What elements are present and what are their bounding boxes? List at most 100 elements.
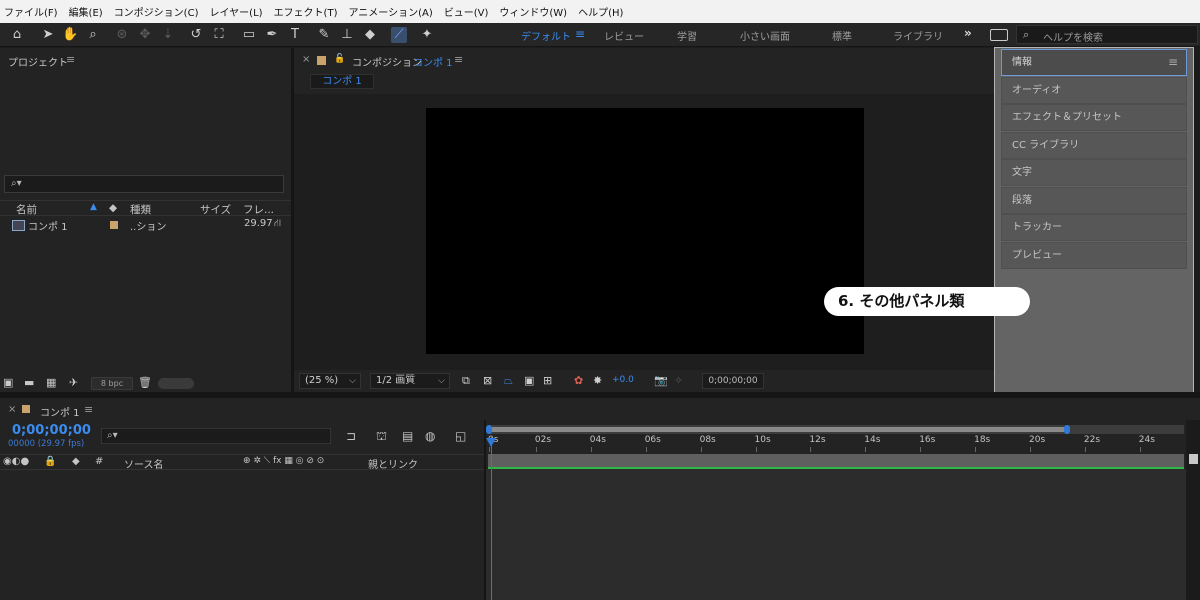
pen-tool-icon[interactable]: ✒	[264, 27, 280, 43]
roto-brush-tool-icon[interactable]: ⟋	[391, 27, 407, 43]
flowchart-icon[interactable]: ⛙	[274, 218, 281, 231]
timeline-tab[interactable]: コンポ 1	[40, 404, 80, 419]
project-panel-title[interactable]: プロジェクト	[8, 54, 68, 69]
anchor-point-tool-icon[interactable]: ⛶	[211, 27, 227, 43]
exposure-value[interactable]: +0.0	[612, 375, 634, 385]
menu-item-8[interactable]: ヘルプ(H)	[578, 4, 623, 19]
panel-tab-2[interactable]: エフェクト＆プリセット	[1001, 104, 1187, 131]
clone-stamp-tool-icon[interactable]: ⊥	[339, 27, 355, 43]
hand-tool-icon[interactable]: ✋	[62, 27, 78, 43]
layer-number-column[interactable]: #	[95, 456, 103, 467]
lock-column-icon[interactable]: 🔒	[44, 456, 56, 467]
sync-settings-icon[interactable]	[990, 29, 1008, 41]
column-name[interactable]: 名前	[16, 202, 37, 217]
time-ruler[interactable]: 0s 02s 04s 06s 08s 10s 12s 14s 16s 18s 20s 22s 24s	[488, 435, 1184, 453]
panel-tab-0[interactable]: 情報 ≡	[1001, 49, 1187, 76]
timeline-current-time[interactable]: 0;00;00;00	[12, 423, 91, 438]
layer-list[interactable]	[0, 470, 484, 600]
close-icon[interactable]: ×	[302, 54, 310, 65]
snapshot-camera-icon[interactable]: 📷	[654, 374, 668, 388]
more-workspaces-button[interactable]: »	[964, 26, 972, 40]
menu-item-4[interactable]: エフェクト(T)	[274, 4, 338, 19]
composition-viewer[interactable]	[294, 94, 994, 370]
delete-icon[interactable]: 🗑	[138, 376, 152, 389]
menu-item-5[interactable]: アニメーション(A)	[348, 4, 432, 19]
new-folder-icon[interactable]: ▬	[24, 376, 34, 389]
region-of-interest-icon[interactable]: ▣	[524, 374, 534, 388]
new-composition-icon[interactable]: ▦	[46, 376, 56, 389]
comp-marker-bin-icon[interactable]	[1189, 454, 1198, 464]
time-navigator[interactable]	[486, 425, 1184, 434]
orbit-camera-icon[interactable]: ⊛	[114, 27, 130, 43]
bit-depth-button[interactable]: 8 bpc	[91, 377, 133, 390]
panel-menu-icon[interactable]: ≡	[1168, 50, 1178, 75]
work-area-bar[interactable]	[488, 454, 1184, 467]
layer-track-area[interactable]	[486, 469, 1186, 600]
panel-menu-icon[interactable]: ≡	[84, 403, 93, 416]
project-item-row[interactable]: コンポ 1 ..ション 29.97 ⛙	[0, 218, 291, 233]
rectangle-tool-icon[interactable]: ▭	[241, 27, 257, 43]
menu-item-0[interactable]: ファイル(F)	[4, 4, 58, 19]
composition-mini-flowchart-icon[interactable]: ⊐	[346, 429, 356, 443]
menu-item-3[interactable]: レイヤー(L)	[209, 4, 262, 19]
panel-tab-3[interactable]: CC ライブラリ	[1001, 131, 1187, 159]
column-source-name[interactable]: ソース名	[124, 456, 164, 471]
puppet-pin-tool-icon[interactable]: ✦	[419, 27, 435, 43]
panel-tab-1[interactable]: オーディオ	[1001, 76, 1187, 104]
time-navigator-start-handle[interactable]	[486, 425, 492, 434]
grid-guides-icon[interactable]: ⊞	[543, 374, 552, 388]
sort-ascending-icon[interactable]: ▲	[90, 202, 97, 212]
home-icon[interactable]: ⌂	[9, 27, 25, 43]
workspace-3[interactable]: 小さい画面	[740, 28, 790, 43]
project-search-input[interactable]: ⌕▾	[4, 175, 284, 193]
menu-item-7[interactable]: ウィンドウ(W)	[499, 4, 567, 19]
color-management-icon[interactable]: ✸	[593, 374, 602, 388]
workspace-5[interactable]: ライブラリ	[893, 28, 943, 43]
resolution-dropdown[interactable]: 1/2 画質 ⌵	[370, 373, 450, 389]
eraser-tool-icon[interactable]: ◆	[362, 27, 378, 43]
column-frame-rate[interactable]: フレ...	[243, 202, 274, 217]
help-search-input[interactable]: ⌕ ヘルプを検索	[1016, 25, 1198, 44]
workspace-1[interactable]: レビュー	[604, 28, 644, 43]
render-queue-icon[interactable]: ✈	[69, 376, 78, 389]
show-snapshot-icon[interactable]: ✧	[674, 374, 683, 388]
graph-editor-icon[interactable]: ◱	[455, 429, 466, 443]
menu-item-1[interactable]: 編集(E)	[69, 4, 103, 19]
workspace-2[interactable]: 学習	[677, 28, 697, 43]
color-channels-icon[interactable]: ✿	[574, 374, 583, 388]
current-time-indicator[interactable]	[491, 436, 492, 600]
fast-preview-icon[interactable]: ⧉	[462, 374, 470, 388]
workspace-4[interactable]: 標準	[832, 28, 852, 43]
layer-switches-icons[interactable]: ⊕ ✲ ⟍ fx ▦ ◎ ⊘ ⊙	[243, 456, 324, 466]
panel-tab-7[interactable]: プレビュー	[1001, 241, 1187, 269]
frame-blending-icon[interactable]: ▤	[402, 429, 413, 443]
composition-name[interactable]: コンポ 1	[413, 54, 453, 69]
close-icon[interactable]: ×	[8, 404, 16, 415]
panel-tab-5[interactable]: 段落	[1001, 186, 1187, 214]
lock-icon[interactable]: 🔓	[334, 54, 345, 64]
dolly-camera-icon[interactable]: ⇣	[160, 27, 176, 43]
magnification-dropdown[interactable]: (25 %) ⌵	[299, 373, 361, 389]
brush-tool-icon[interactable]: ✎	[316, 27, 332, 43]
selection-tool-icon[interactable]: ➤	[40, 27, 56, 43]
workspace-0[interactable]: デフォルト	[521, 28, 571, 43]
composition-canvas[interactable]	[426, 108, 864, 354]
timeline-search-input[interactable]: ⌕▾	[101, 428, 331, 444]
rotate-tool-icon[interactable]: ↺	[188, 27, 204, 43]
label-tag-icon[interactable]: ◆	[72, 456, 80, 467]
thumbnail-size-slider[interactable]	[158, 378, 194, 389]
menu-item-6[interactable]: ビュー(V)	[444, 4, 489, 19]
column-size[interactable]: サイズ	[200, 202, 231, 217]
current-time-display[interactable]: 0;00;00;00	[702, 373, 764, 389]
motion-blur-icon[interactable]: ◍	[425, 429, 435, 443]
composition-panel-title[interactable]: コンポジション	[352, 54, 422, 69]
composition-tab[interactable]: コンポ 1	[310, 74, 374, 89]
time-navigator-end-handle[interactable]	[1064, 425, 1070, 434]
zoom-tool-icon[interactable]: ⌕	[85, 27, 101, 43]
panel-menu-icon[interactable]: ≡	[454, 53, 463, 66]
transparency-grid-icon[interactable]: ⊠	[483, 374, 492, 388]
workspace-menu-icon[interactable]: ≡	[575, 27, 585, 41]
mask-visibility-icon[interactable]: ⏢	[504, 374, 513, 388]
column-parent-link[interactable]: 親とリンク	[368, 456, 418, 471]
panel-tab-6[interactable]: トラッカー	[1001, 214, 1187, 241]
